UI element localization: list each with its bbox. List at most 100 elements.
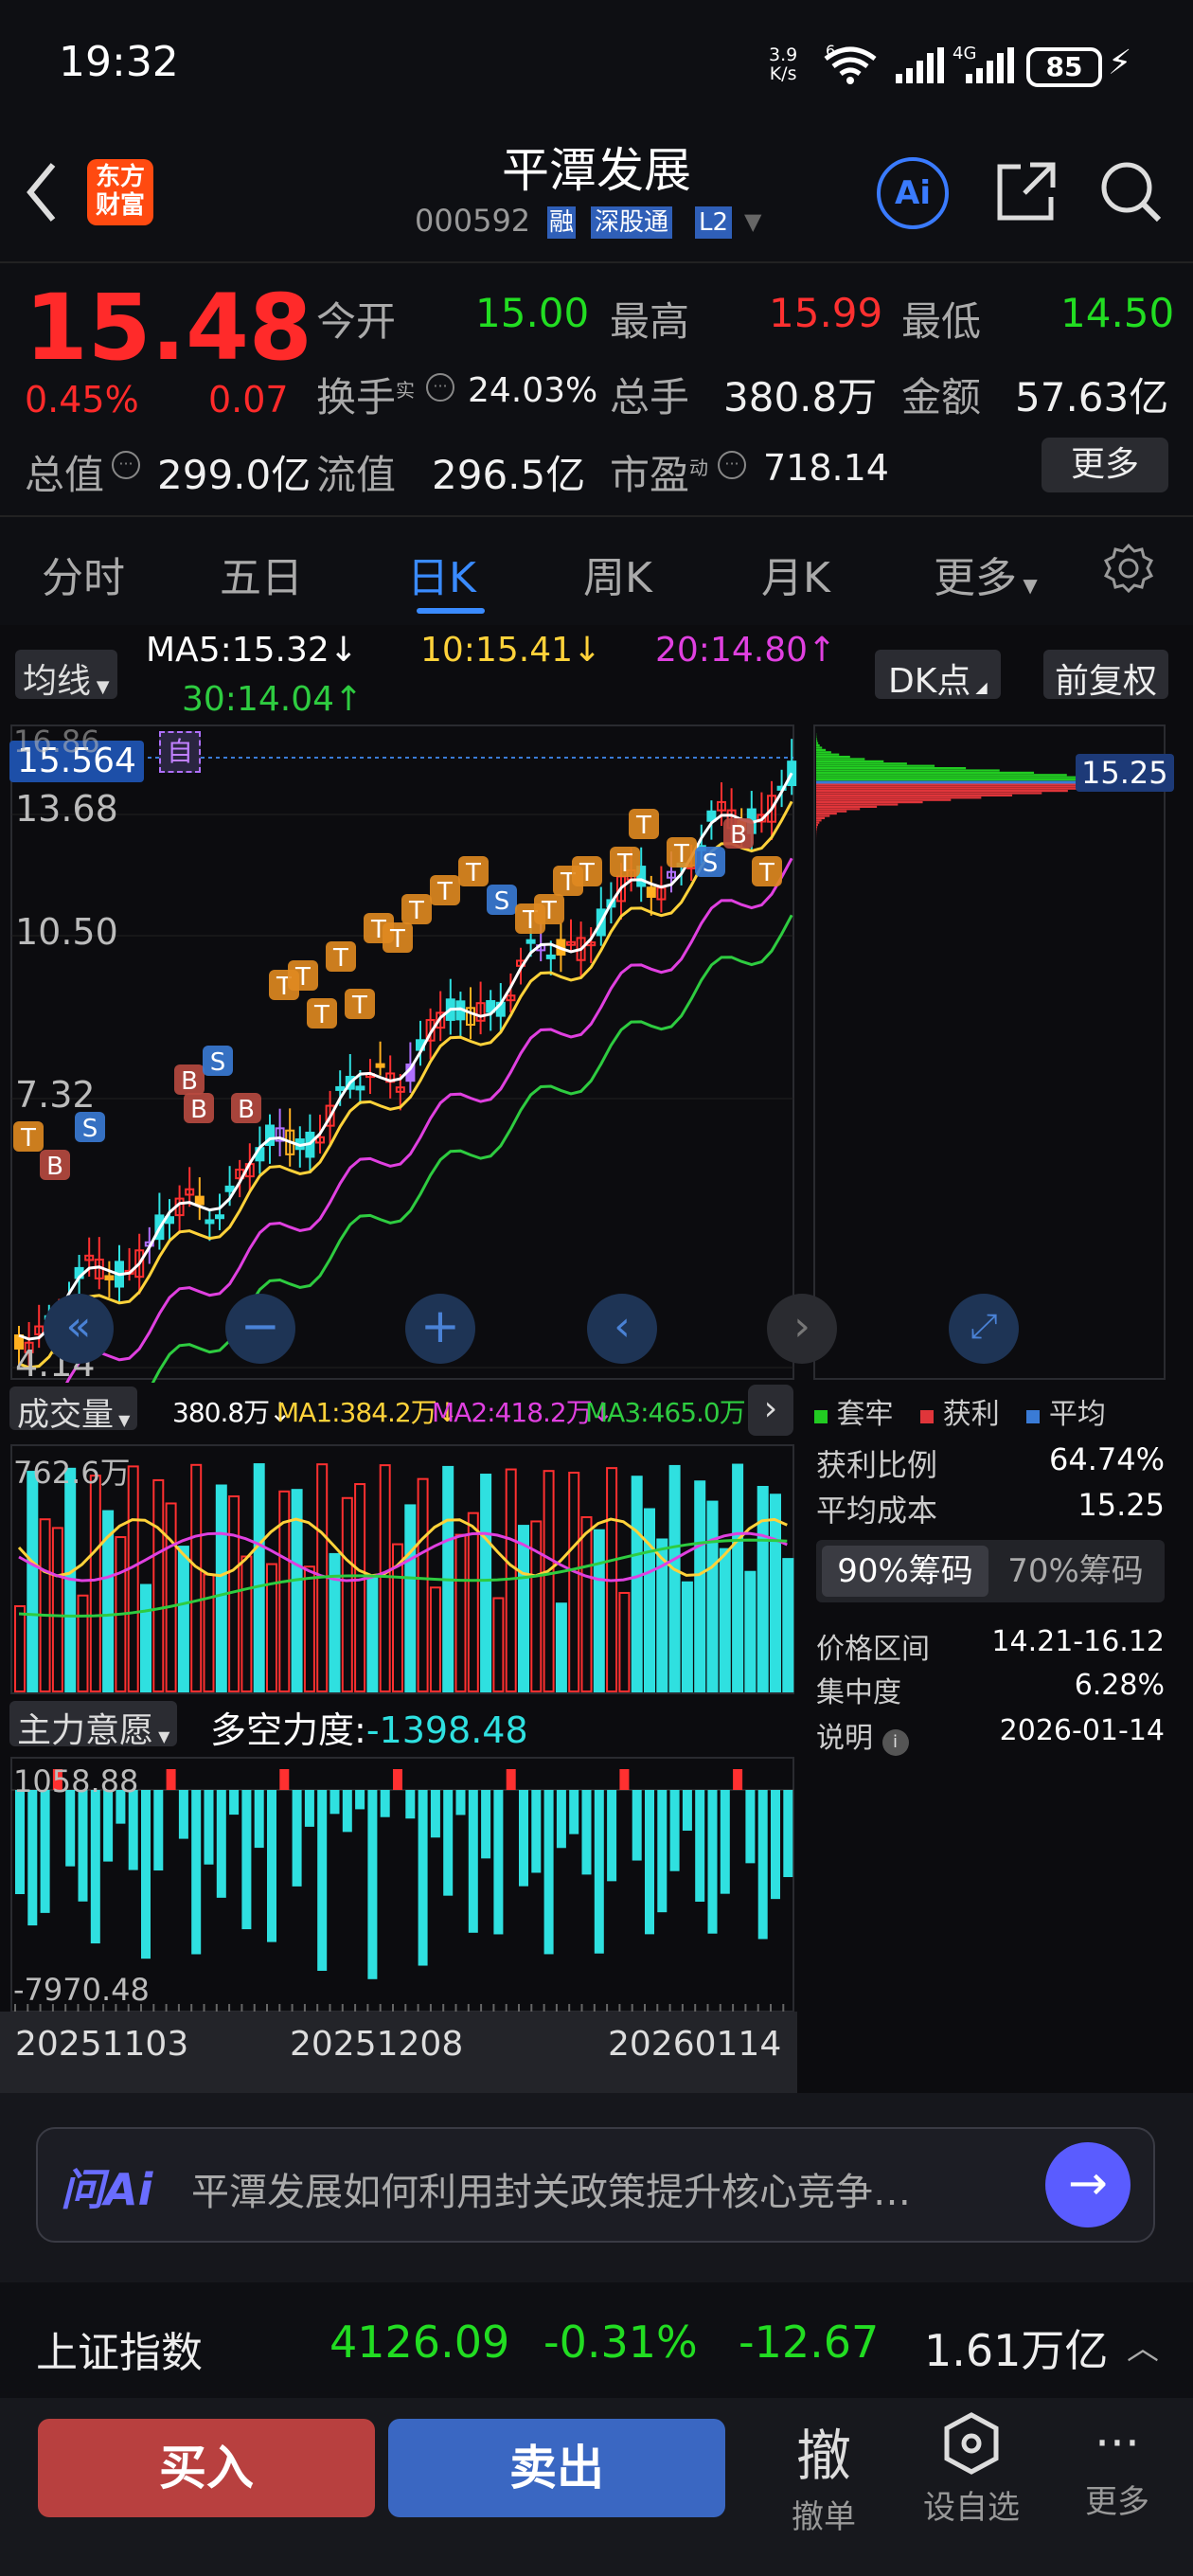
volume-bar [518,1525,529,1693]
tab-five-day[interactable]: 五日 [220,544,303,604]
share-icon[interactable] [992,159,1059,225]
force-bar-negative [657,1790,668,1913]
chip-range-value: 14.21-16.12 [991,1625,1165,1658]
add-watchlist-button[interactable]: 设自选 [915,2411,1028,2544]
more-button[interactable]: 更多 [1042,438,1168,492]
force-dropdown[interactable]: 主力意愿 ▼ [9,1701,178,1750]
force-bar-negative [267,1790,276,1942]
fullscreen-icon[interactable]: ⤢ [949,1294,1019,1364]
zoom-out-icon[interactable]: − [225,1294,295,1364]
chip-bar [816,742,819,744]
volume-dropdown[interactable]: 成交量 ▼ [9,1386,138,1434]
chip-legend: 套牢 获利 平均 [814,1390,1106,1432]
chip-bar [816,792,1042,795]
more-menu-button[interactable]: ··· 更多 [1070,2411,1165,2544]
chip-bar [816,821,820,824]
info-icon[interactable]: ··· [426,373,454,402]
marker-label: T [389,925,405,954]
volume-bar [379,1464,391,1692]
volume-bar [454,1533,467,1692]
force-bar-negative [304,1790,314,1827]
buy-button[interactable]: 买入 [38,2419,375,2517]
kline-chart[interactable]: TBSBBSBT TTTTT TTTTST TT T TTT SBT [0,720,805,1383]
chevron-down-icon[interactable]: ▼ [744,208,761,235]
quote-divider [0,515,1193,517]
tab-intraday[interactable]: 分时 [42,544,125,604]
tab-more[interactable]: 更多 ▼ [934,544,1038,604]
label-pe: 市盈动 [610,452,709,498]
value-total-cap: 299.0亿 [157,452,312,498]
ai-send-button[interactable]: → [1045,2142,1131,2227]
volume-bar [782,1558,794,1692]
chip-bar [816,803,899,806]
expand-indicators-icon[interactable]: › [748,1385,793,1436]
back-icon[interactable] [23,159,61,225]
force-y-top: 1058.88 [13,1763,139,1799]
adjust-button[interactable]: 前复权 [1043,650,1169,701]
marker-label: B [46,1153,63,1181]
tab-daily-k[interactable]: 日K [407,544,476,604]
chip-bar [816,758,865,760]
hexagon-icon [944,2412,999,2475]
info-icon[interactable]: ··· [112,451,140,479]
volume-bar [127,1465,139,1693]
marker-label: T [673,840,689,868]
force-bar-negative [531,1790,542,1873]
ai-prompt-text[interactable]: 平潭发展如何利用封关政策提升核心竞争… [191,2161,1024,2216]
chevron-up-icon[interactable]: ︿ [1127,2322,1159,2369]
marker-label: T [20,1124,36,1153]
chip-bar [816,813,837,815]
force-bar-negative [241,1790,252,1930]
force-bar-negative [367,1790,378,1979]
tab-chip-70[interactable]: 70%筹码 [992,1546,1159,1597]
chip-bar [816,769,1000,772]
chip-bar [816,746,823,749]
ai-button[interactable]: Ai [877,157,949,229]
info-icon[interactable]: ··· [718,451,746,479]
force-bar-negative [632,1790,642,1861]
marker-label: T [758,859,775,887]
force-bar-negative [254,1790,264,1849]
chip-bar [816,767,967,770]
sell-button[interactable]: 卖出 [388,2419,725,2517]
index-name: 上证指数 [36,2329,203,2377]
candle [646,886,656,898]
force-bar-positive [166,1769,176,1790]
ma-dropdown[interactable]: 均线 ▼ [15,650,117,701]
volume-bar [215,1484,227,1693]
chip-bar [816,796,982,799]
force-bar-negative [645,1790,654,1935]
search-icon[interactable] [1098,159,1165,225]
chip-bar [816,737,817,740]
volume-bar [618,1591,631,1692]
cancel-icon: 撤 [795,2424,851,2488]
value-low: 14.50 [1060,290,1175,336]
scroll-right-icon[interactable]: › [767,1294,837,1364]
chip-note-label[interactable]: 说明 i [816,1714,909,1756]
header-divider [0,261,1193,263]
signal2-icon [966,47,1014,83]
volume-bar [719,1547,731,1692]
scroll-left-icon[interactable]: ‹ [587,1294,657,1364]
scroll-left-fast-icon[interactable]: « [44,1294,114,1364]
chip-concentration-label: 集中度 [816,1676,901,1709]
date-label-2: 20251208 [290,2025,464,2064]
cancel-order-button[interactable]: 撤 撤单 [776,2411,871,2544]
volume-bar [467,1512,479,1692]
date-label-3: 20260114 [608,2025,782,2064]
tab-chip-90[interactable]: 90%筹码 [822,1546,988,1597]
chip-bar [816,748,827,751]
volume-y-top: 762.6万 [13,1455,131,1491]
zoom-in-icon[interactable]: + [405,1294,475,1364]
volume-bar [744,1570,757,1693]
tab-weekly-k[interactable]: 周K [583,544,652,604]
date-label-1: 20251103 [15,2025,189,2064]
settings-icon[interactable] [1100,542,1157,599]
chip-frame [813,724,1166,1380]
force-bar-negative [430,1790,440,1838]
label-amount: 金额 [901,374,982,420]
dk-button[interactable]: DK点 ◢ [875,650,1001,701]
marker-label: T [579,859,595,887]
chip-concentration-value: 6.28% [1074,1669,1165,1702]
tab-monthly-k[interactable]: 月K [761,544,830,604]
